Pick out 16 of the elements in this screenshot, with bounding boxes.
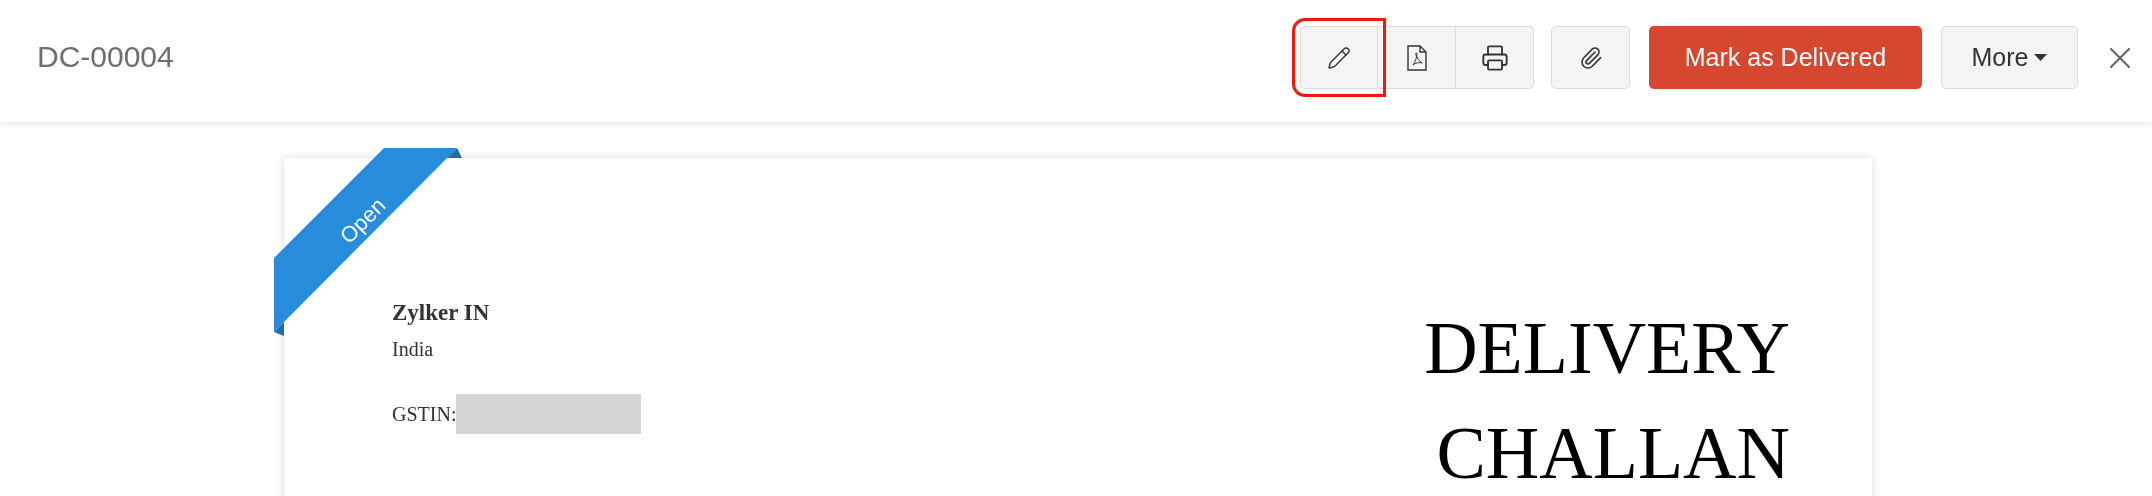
document-number: DC-00004 — [37, 39, 174, 75]
pencil-icon — [1327, 45, 1351, 70]
document-title: DELIVERY — [1424, 308, 1790, 388]
pdf-file-icon — [1406, 44, 1427, 71]
attach-button[interactable] — [1551, 26, 1630, 89]
more-button[interactable]: More — [1941, 26, 2078, 89]
company-name: Zylker IN — [392, 299, 491, 327]
mark-as-delivered-button[interactable]: Mark as Delivered — [1649, 26, 1922, 89]
gstin-label: GSTIN: — [392, 402, 457, 427]
printer-icon — [1480, 43, 1509, 72]
document-title: CHALLAN — [1435, 413, 1790, 493]
caret-icon — [2034, 54, 2048, 61]
company-country: India — [392, 337, 435, 362]
pdf-button[interactable] — [1378, 26, 1456, 89]
paperclip-icon — [1578, 45, 1603, 70]
print-button[interactable] — [1456, 26, 1534, 89]
